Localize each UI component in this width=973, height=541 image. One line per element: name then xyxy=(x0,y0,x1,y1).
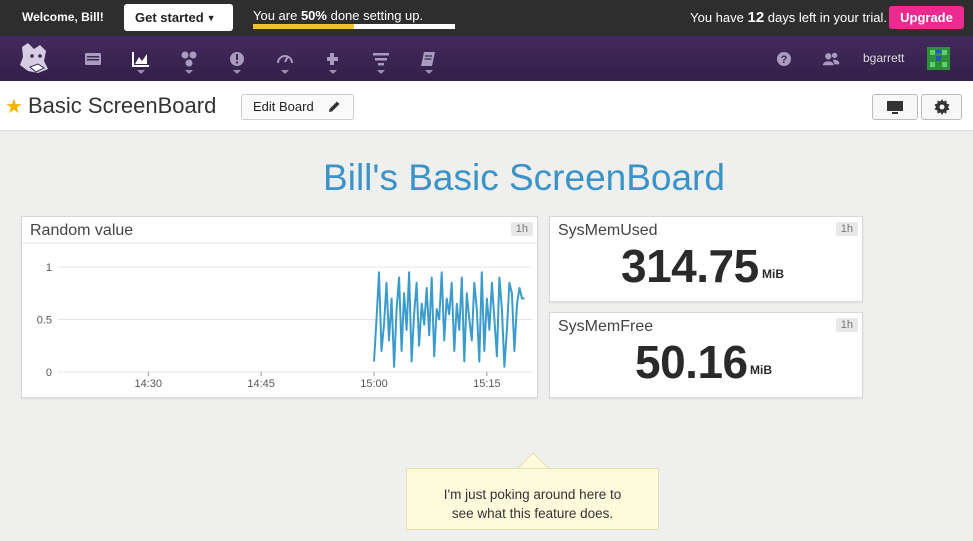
timeframe-badge: 1h xyxy=(835,222,858,236)
logs-icon[interactable] xyxy=(372,50,390,68)
metrics-caret-icon xyxy=(137,70,145,74)
integrations-icon[interactable] xyxy=(180,50,198,68)
y-tick-label: 0.5 xyxy=(37,315,52,327)
trial-bar: Welcome, Bill! Get started ▼ You are 50% … xyxy=(0,0,973,36)
infrastructure-icon[interactable] xyxy=(324,50,342,68)
star-icon[interactable]: ★ xyxy=(5,94,23,119)
edit-board-button[interactable]: Edit Board xyxy=(241,94,354,120)
trial-remaining: You have 12 days left in your trial. xyxy=(690,9,887,26)
trial-days: 12 xyxy=(747,9,765,26)
trial-prefix: You have xyxy=(690,10,748,25)
widget-title: SysMemUsed xyxy=(558,222,658,239)
x-tick-label: 15:00 xyxy=(360,378,388,390)
board-title: Basic ScreenBoard xyxy=(28,93,217,118)
x-tick-label: 14:45 xyxy=(247,378,275,390)
username-label[interactable]: bgarrett xyxy=(863,51,904,65)
tv-mode-button[interactable] xyxy=(872,94,918,120)
get-started-button[interactable]: Get started ▼ xyxy=(124,4,233,31)
edit-board-label: Edit Board xyxy=(253,99,314,114)
notebooks-caret-icon xyxy=(425,70,433,74)
setup-prefix: You are xyxy=(253,8,301,23)
caret-down-icon: ▼ xyxy=(206,13,216,23)
value-unit: MiB xyxy=(762,267,784,281)
y-tick-label: 0 xyxy=(46,367,52,379)
y-tick-label: 1 xyxy=(46,262,52,274)
logs-caret-icon xyxy=(377,70,385,74)
svg-text:?: ? xyxy=(781,54,788,66)
value-unit: MiB xyxy=(750,363,772,377)
widget-title: SysMemFree xyxy=(558,318,654,335)
apm-caret-icon xyxy=(281,70,289,74)
timeseries-widget[interactable]: Random value 1h 0 0.5 1 14:30 14:45 15:00 15:1… xyxy=(21,216,538,398)
apm-icon[interactable] xyxy=(276,50,294,68)
welcome-text: Welcome, Bill! xyxy=(22,10,104,24)
setup-status: You are 50% done setting up. xyxy=(253,8,423,23)
x-tick-label: 15:15 xyxy=(473,378,501,390)
sysmemfree-widget[interactable]: SysMemFree 1h 50.16 MiB xyxy=(549,312,863,398)
screenboard-title: Bill's Basic ScreenBoard xyxy=(323,157,725,198)
monitors-icon[interactable] xyxy=(228,50,246,68)
get-started-label: Get started xyxy=(135,10,204,25)
pencil-icon xyxy=(329,101,340,112)
sysmemused-widget[interactable]: SysMemUsed 1h 314.75 MiB xyxy=(549,216,863,302)
setup-suffix: done setting up. xyxy=(326,8,424,23)
random-value-chart: 0 0.5 1 14:30 14:45 15:00 15:15 xyxy=(22,242,537,390)
setup-progress-fill xyxy=(253,24,354,29)
settings-button[interactable] xyxy=(921,94,962,120)
metrics-icon[interactable] xyxy=(132,50,150,68)
setup-percent: 50% xyxy=(300,8,327,23)
setup-progress-bar xyxy=(253,24,455,29)
tooltip-line-2: see what this feature does. xyxy=(451,506,614,521)
query-value: 314.75 xyxy=(621,240,759,292)
team-icon[interactable] xyxy=(822,50,840,68)
query-value: 50.16 xyxy=(635,336,748,388)
timeframe-badge: 1h xyxy=(835,318,858,332)
infrastructure-caret-icon xyxy=(329,70,337,74)
monitors-caret-icon xyxy=(233,70,241,74)
x-tick-label: 14:30 xyxy=(135,378,163,390)
board-header: ★ Basic ScreenBoard Edit Board xyxy=(0,81,973,131)
tooltip-arrow xyxy=(517,452,549,469)
hint-tooltip: I'm just poking around here to see what … xyxy=(406,468,659,530)
upgrade-button[interactable]: Upgrade xyxy=(889,6,964,29)
help-icon[interactable]: ? xyxy=(775,50,793,68)
trial-suffix: days left in your trial. xyxy=(764,10,887,25)
monitor-icon xyxy=(887,101,903,114)
main-navbar: ? bgarrett xyxy=(0,36,973,81)
gear-icon xyxy=(934,99,949,115)
notebooks-icon[interactable] xyxy=(420,50,438,68)
tooltip-line-1: I'm just poking around here to xyxy=(443,487,622,502)
datadog-logo-icon[interactable] xyxy=(14,39,54,79)
dashboards-icon[interactable] xyxy=(84,50,102,68)
integrations-caret-icon xyxy=(185,70,193,74)
user-avatar[interactable] xyxy=(927,47,950,70)
